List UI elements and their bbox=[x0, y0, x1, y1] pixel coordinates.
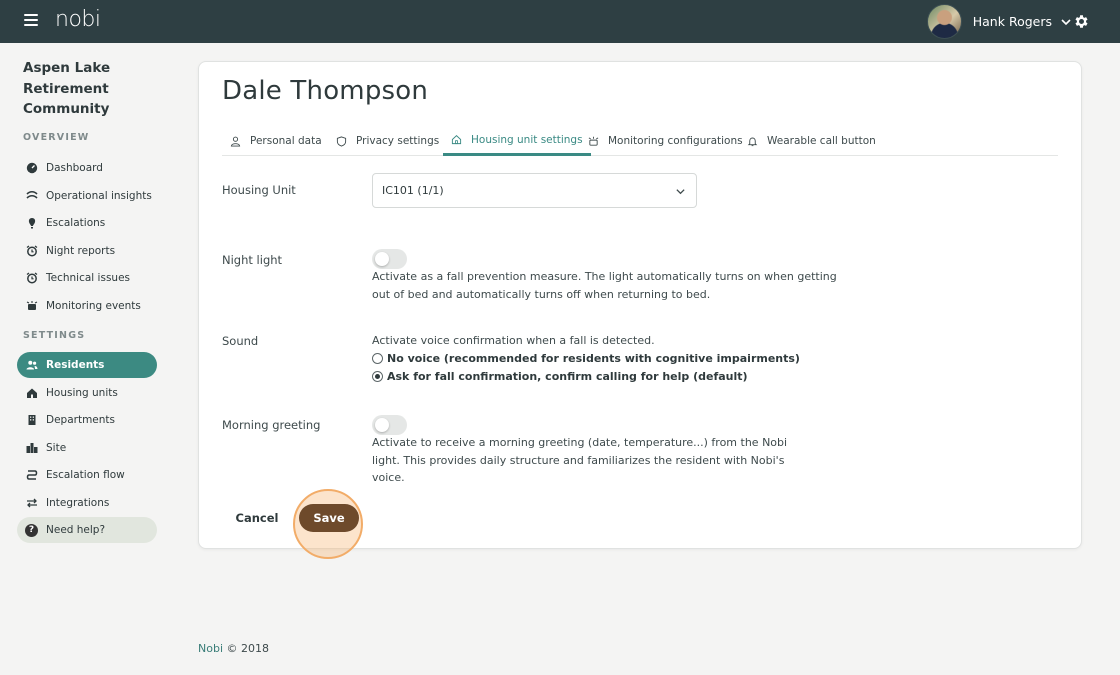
footer-brand-link[interactable]: Nobi bbox=[198, 642, 223, 655]
tab-label: Monitoring configurations bbox=[608, 135, 743, 147]
tab-housing-unit-settings[interactable]: Housing unit settings bbox=[443, 126, 591, 156]
sidebar-item-label: Departments bbox=[46, 414, 116, 426]
city-icon bbox=[26, 443, 38, 453]
overview-section-label: OVERVIEW bbox=[23, 132, 90, 143]
sidebar-item-label: Monitoring events bbox=[46, 300, 141, 312]
menu-icon[interactable] bbox=[24, 14, 38, 28]
radio-label: Ask for fall confirmation, confirm calli… bbox=[387, 370, 748, 383]
monitoring-icon bbox=[588, 136, 599, 146]
radio-button[interactable] bbox=[372, 371, 383, 382]
sidebar-item-label: Operational insights bbox=[46, 190, 152, 202]
insights-icon bbox=[26, 190, 38, 199]
house-icon bbox=[27, 388, 37, 398]
sidebar-item-integrations[interactable]: Integrations bbox=[17, 490, 157, 516]
morning-greeting-label: Morning greeting bbox=[222, 418, 321, 432]
sidebar-item-label: Night reports bbox=[46, 245, 116, 257]
need-help-label: Need help? bbox=[46, 524, 106, 536]
sidebar-item-label: Site bbox=[46, 442, 67, 454]
sidebar-item-label: Residents bbox=[46, 359, 105, 371]
sidebar-item-label: Escalation flow bbox=[46, 469, 125, 481]
gear-icon[interactable] bbox=[1073, 13, 1090, 30]
radio-ask-fall-confirmation[interactable]: Ask for fall confirmation, confirm calli… bbox=[372, 370, 748, 383]
morning-greeting-description: Activate to receive a morning greeting (… bbox=[372, 436, 788, 484]
footer: Nobi © 2018 bbox=[198, 642, 269, 655]
sidebar-item-monitoring-events[interactable]: Monitoring events bbox=[17, 293, 157, 319]
radio-label: No voice (recommended for residents with… bbox=[387, 352, 800, 365]
app-logo[interactable]: nobi bbox=[55, 7, 101, 32]
alarm-clock-icon bbox=[26, 245, 38, 257]
housing-unit-select[interactable]: IC101 (1/1) bbox=[372, 173, 697, 208]
sidebar-item-label: Integrations bbox=[46, 497, 110, 509]
sidebar-item-label: Technical issues bbox=[46, 272, 130, 284]
tab-label: Personal data bbox=[250, 135, 322, 147]
toggle-knob bbox=[375, 418, 389, 432]
question-icon: ? bbox=[25, 523, 38, 537]
sound-label: Sound bbox=[222, 334, 259, 348]
footer-copyright: © 2018 bbox=[226, 642, 270, 655]
need-help-button[interactable]: ? Need help? bbox=[17, 517, 157, 543]
resident-settings-card: Dale Thompson Personal data Privacy sett… bbox=[198, 61, 1082, 559]
users-icon bbox=[26, 360, 38, 370]
shield-icon bbox=[336, 135, 347, 147]
top-bar: nobi Hank Rogers bbox=[0, 0, 1120, 43]
sidebar-item-escalations[interactable]: Escalations bbox=[17, 210, 157, 236]
dashboard-icon bbox=[26, 162, 38, 174]
sidebar-item-label: Escalations bbox=[46, 217, 106, 229]
person-icon bbox=[230, 136, 241, 147]
arrows-icon bbox=[27, 498, 37, 508]
sidebar-item-dashboard[interactable]: Dashboard bbox=[17, 155, 157, 181]
toggle-knob bbox=[375, 252, 389, 266]
settings-section-label: SETTINGS bbox=[23, 330, 86, 341]
sidebar-item-departments[interactable]: Departments bbox=[17, 407, 157, 433]
sidebar-item-label: Dashboard bbox=[46, 162, 103, 174]
tab-wearable-call-button[interactable]: Wearable call button bbox=[739, 126, 884, 156]
tab-monitoring-configurations[interactable]: Monitoring configurations bbox=[580, 126, 751, 156]
page-title: Dale Thompson bbox=[222, 76, 429, 106]
tab-label: Wearable call button bbox=[767, 135, 876, 147]
sidebar-item-escalation-flow[interactable]: Escalation flow bbox=[17, 462, 157, 488]
tab-privacy-settings[interactable]: Privacy settings bbox=[328, 126, 447, 156]
housing-unit-label: Housing Unit bbox=[222, 183, 296, 197]
chevron-down-icon bbox=[676, 189, 685, 195]
morning-greeting-toggle[interactable] bbox=[372, 415, 407, 435]
tab-label: Privacy settings bbox=[356, 135, 440, 147]
bell-icon bbox=[747, 137, 758, 146]
chevron-down-icon bbox=[1061, 18, 1071, 25]
avatar bbox=[926, 4, 962, 39]
sidebar-item-site[interactable]: Site bbox=[17, 435, 157, 461]
escalation-icon bbox=[28, 218, 36, 229]
night-light-description: Activate as a fall prevention measure. T… bbox=[372, 270, 837, 301]
organization-name: Aspen Lake Retirement Community bbox=[23, 60, 111, 117]
radio-button[interactable] bbox=[372, 353, 383, 364]
save-button[interactable]: Save bbox=[299, 504, 359, 532]
night-light-label: Night light bbox=[222, 253, 283, 267]
monitoring-icon bbox=[26, 301, 38, 310]
flow-icon bbox=[26, 470, 38, 480]
tab-personal-data[interactable]: Personal data bbox=[222, 126, 330, 156]
sidebar-item-operational-insights[interactable]: Operational insights bbox=[17, 183, 157, 209]
radio-no-voice[interactable]: No voice (recommended for residents with… bbox=[372, 352, 800, 365]
building-icon bbox=[28, 415, 36, 425]
tab-label: Housing unit settings bbox=[471, 133, 583, 146]
sound-description: Activate voice confirmation when a fall … bbox=[372, 334, 655, 347]
alarm-clock-icon bbox=[26, 272, 38, 284]
cancel-button[interactable]: Cancel bbox=[229, 507, 285, 529]
sidebar-item-label: Housing units bbox=[46, 387, 118, 399]
tab-bar: Personal data Privacy settings Housing u… bbox=[222, 126, 1058, 156]
house-icon bbox=[451, 135, 462, 145]
user-name: Hank Rogers bbox=[972, 14, 1052, 29]
user-menu[interactable]: Hank Rogers bbox=[926, 4, 1072, 39]
sidebar-item-housing-units[interactable]: Housing units bbox=[17, 380, 157, 406]
sidebar: Aspen Lake Retirement Community OVERVIEW… bbox=[0, 43, 175, 675]
sidebar-item-technical-issues[interactable]: Technical issues bbox=[17, 265, 157, 291]
night-light-toggle[interactable] bbox=[372, 249, 407, 269]
sidebar-item-night-reports[interactable]: Night reports bbox=[17, 238, 157, 264]
housing-unit-value: IC101 (1/1) bbox=[382, 184, 444, 197]
sidebar-item-residents[interactable]: Residents bbox=[17, 352, 157, 378]
